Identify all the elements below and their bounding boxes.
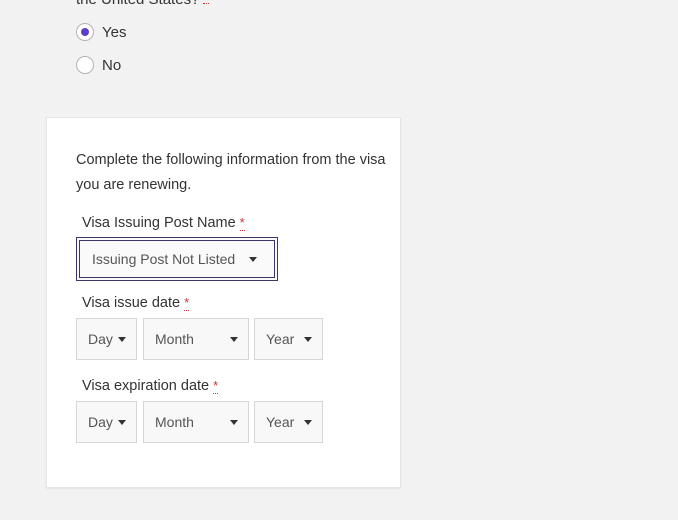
chevron-down-icon (304, 336, 312, 342)
required-star: * (213, 378, 219, 394)
issue-date-label: Visa issue date * (82, 295, 190, 311)
chevron-down-icon (249, 256, 257, 262)
issue-year-select[interactable]: Year (254, 318, 323, 360)
required-star: * (184, 295, 190, 311)
required-star: * (239, 215, 245, 231)
required-indicator (203, 0, 210, 4)
issue-day-select[interactable]: Day (76, 318, 137, 360)
expiration-date-label: Visa expiration date * (82, 378, 219, 394)
expiration-month-select[interactable]: Month (143, 401, 249, 443)
issuing-post-label: Visa Issuing Post Name * (82, 215, 245, 231)
chevron-down-icon (230, 336, 238, 342)
issue-month-select[interactable]: Month (143, 318, 249, 360)
chevron-down-icon (230, 419, 238, 425)
question-text-tail: the United States? (76, 0, 210, 8)
chevron-down-icon (304, 419, 312, 425)
radio-button-yes[interactable] (76, 23, 94, 41)
chevron-down-icon (118, 336, 126, 342)
issuing-post-value: Issuing Post Not Listed (92, 251, 236, 267)
expiration-day-select[interactable]: Day (76, 401, 137, 443)
expiration-year-select[interactable]: Year (254, 401, 323, 443)
radio-option-yes[interactable]: Yes (76, 23, 126, 41)
issuing-post-select[interactable]: Issuing Post Not Listed (76, 237, 278, 281)
radio-label-no: No (102, 56, 122, 74)
visa-info-card: Complete the following information from … (46, 117, 401, 488)
radio-label-yes: Yes (102, 23, 127, 41)
radio-option-no[interactable]: No (76, 56, 121, 74)
chevron-down-icon (118, 419, 126, 425)
radio-button-no[interactable] (76, 56, 94, 74)
card-intro-text: Complete the following information from … (76, 152, 386, 193)
